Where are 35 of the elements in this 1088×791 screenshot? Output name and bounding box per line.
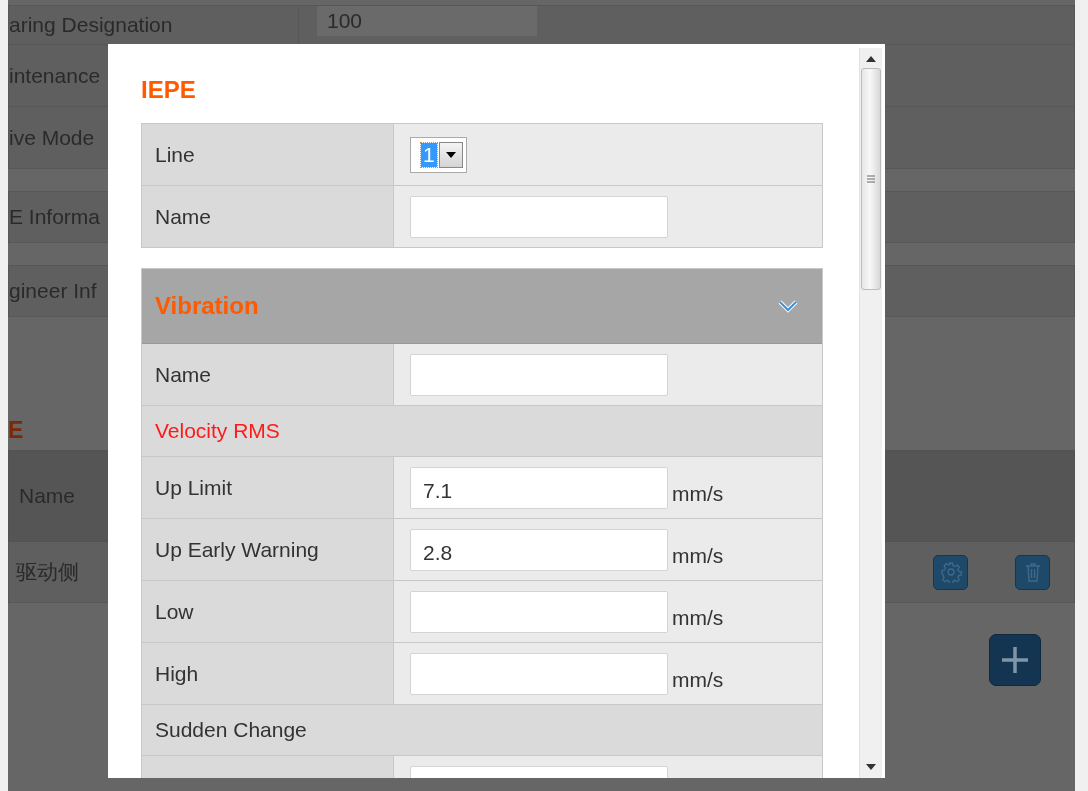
scroll-up-icon[interactable] xyxy=(866,56,876,62)
unit-label: mm/s xyxy=(672,543,724,568)
add-button[interactable] xyxy=(989,634,1041,686)
input-field[interactable]: 7.1 xyxy=(410,466,668,509)
section-heading: E xyxy=(8,416,24,444)
field-label: High xyxy=(155,661,199,686)
input-field[interactable] xyxy=(410,353,668,396)
unit-label: mm/s xyxy=(672,667,724,692)
field-label: Name xyxy=(155,204,212,229)
field-label: Up Early Warning xyxy=(155,537,319,562)
trash-icon xyxy=(1024,562,1041,582)
delete-button[interactable] xyxy=(1015,554,1050,590)
chevron-icon[interactable] xyxy=(778,299,798,313)
subsection-header: Sudden Change xyxy=(142,705,822,756)
settings-button[interactable] xyxy=(933,554,968,590)
gear-icon xyxy=(939,561,962,583)
input-field[interactable] xyxy=(410,590,668,633)
field-label: Low xyxy=(155,599,194,624)
plus-icon xyxy=(1000,645,1030,675)
field-label: Up Limit xyxy=(155,475,233,500)
field-label: Name xyxy=(155,362,212,387)
unit-label: mm/s xyxy=(672,605,724,630)
input-field[interactable]: 2.8 xyxy=(410,528,668,571)
dropdown-button[interactable] xyxy=(438,141,463,168)
field-label: Line xyxy=(155,142,195,167)
scroll-down-icon[interactable] xyxy=(866,764,876,770)
panel-title: Vibration xyxy=(155,292,259,320)
input-field[interactable] xyxy=(410,652,668,695)
dialog-title: IEPE xyxy=(141,75,197,105)
caret-icon xyxy=(445,151,456,158)
input-field[interactable] xyxy=(410,195,668,238)
selected-option: 1 xyxy=(421,142,437,167)
subsection-header: Velocity RMS xyxy=(142,406,822,457)
unit-label: mm/s xyxy=(672,481,724,506)
scrollbar-thumb[interactable] xyxy=(861,68,881,290)
